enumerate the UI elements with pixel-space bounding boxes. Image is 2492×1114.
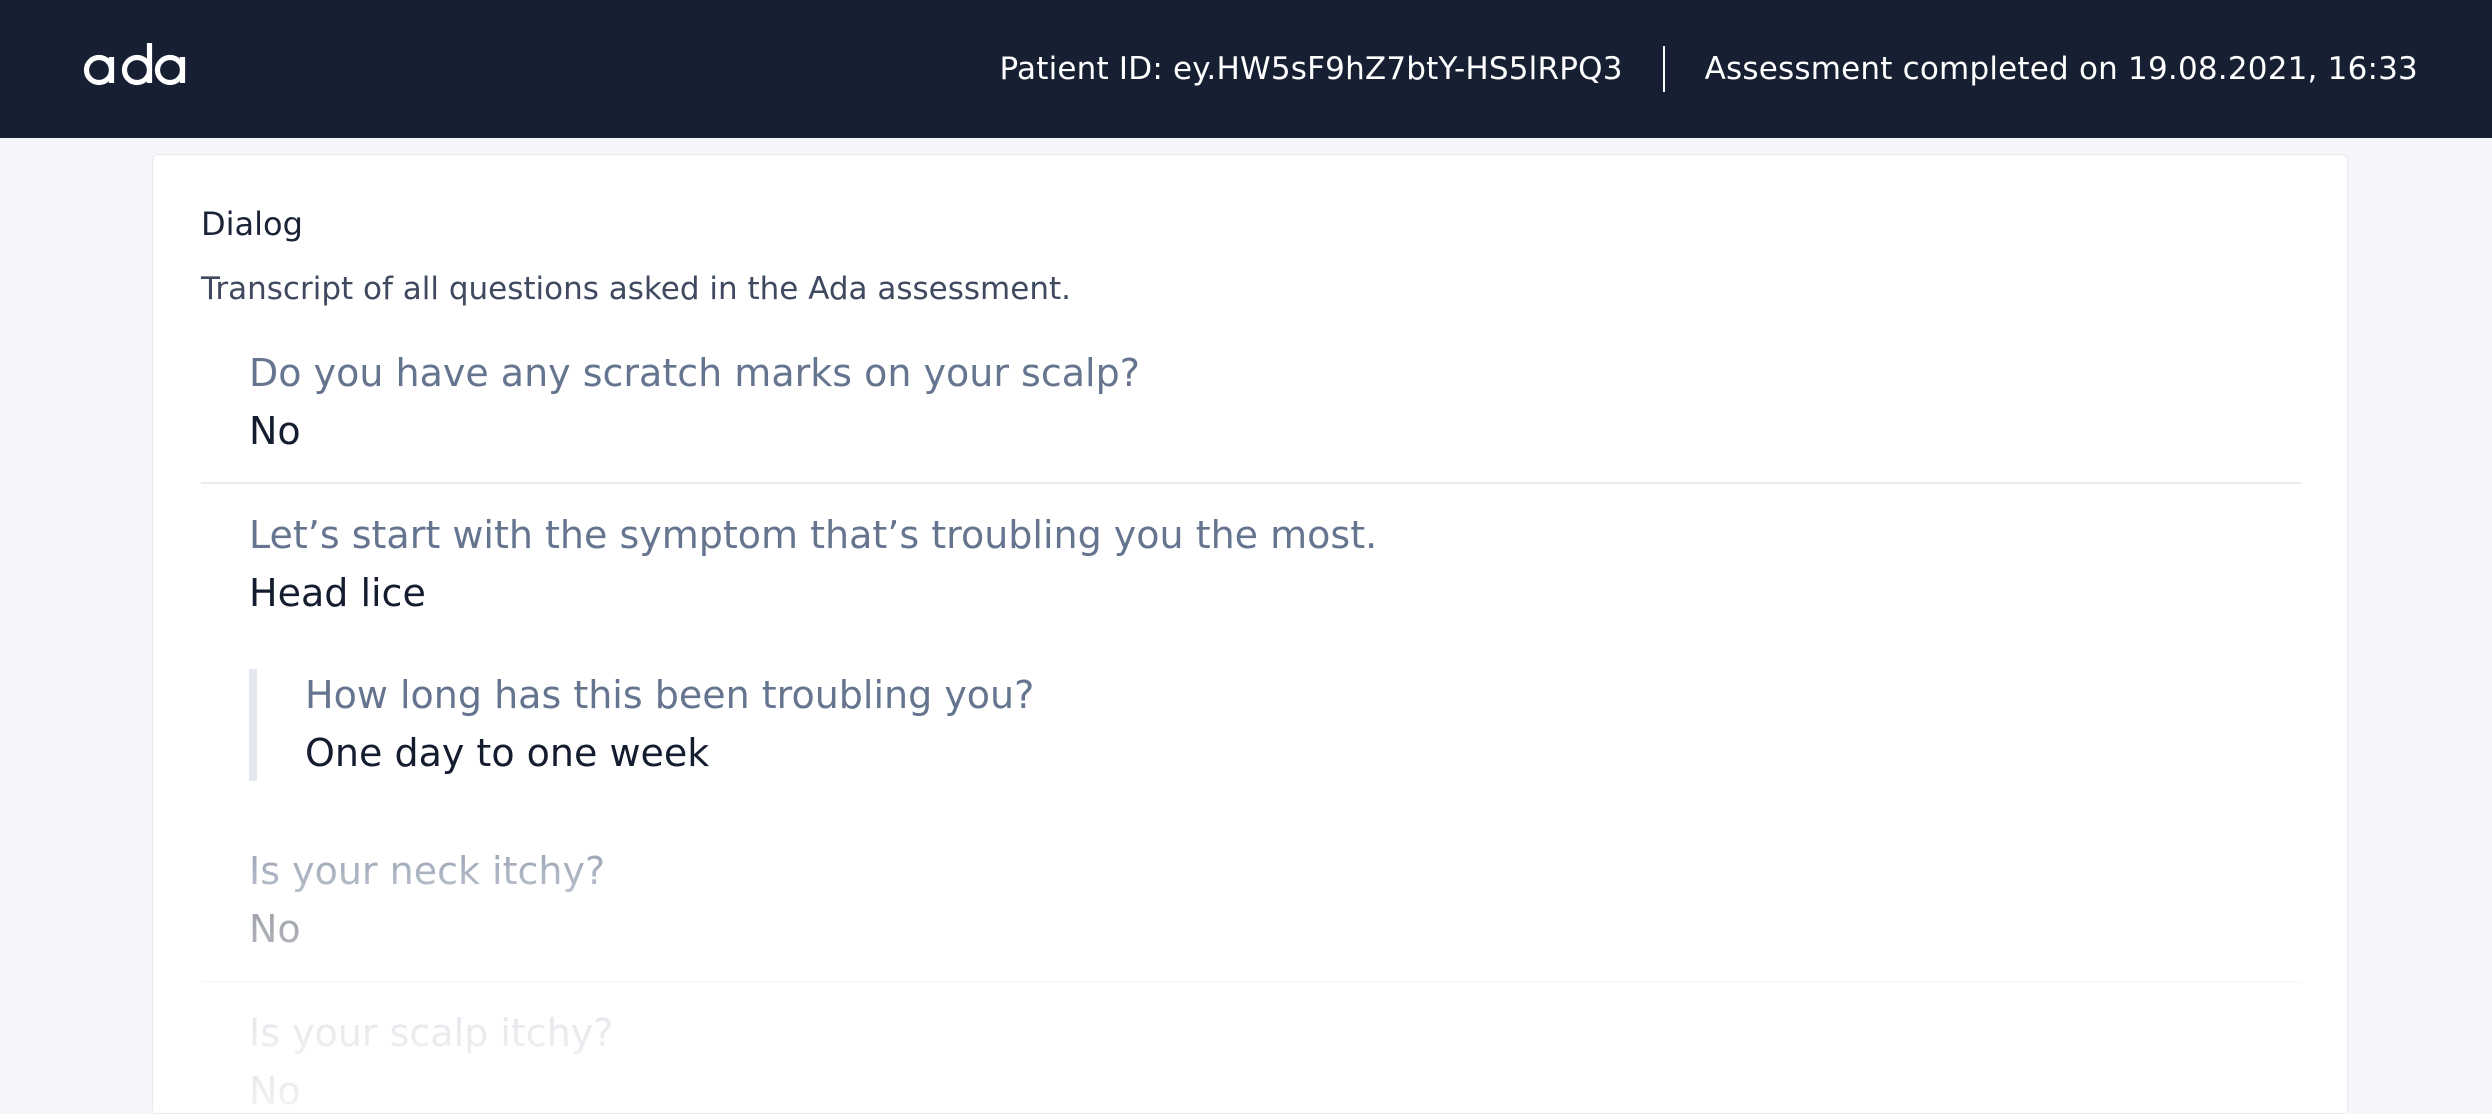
patient-id-label: Patient ID: ey.HW5sF9hZ7btY-HS5lRPQ3 bbox=[999, 51, 1623, 87]
dialog-item: Do you have any scratch marks on your sc… bbox=[249, 351, 1140, 453]
dialog-answer: Head lice bbox=[249, 571, 426, 615]
dialog-sub-answer: One day to one week bbox=[305, 731, 710, 775]
item-separator bbox=[201, 482, 2301, 484]
dialog-item: Let’s start with the symptom that’s trou… bbox=[249, 513, 1377, 615]
ada-logo bbox=[83, 43, 186, 86]
dialog-sub-item: How long has this been troubling you? On… bbox=[249, 669, 1034, 781]
dialog-answer: No bbox=[249, 907, 301, 951]
dialog-answer: No bbox=[249, 1069, 301, 1113]
dialog-card: Dialog Transcript of all questions asked… bbox=[152, 154, 2348, 1114]
header-meta: Patient ID: ey.HW5sF9hZ7btY-HS5lRPQ3 Ass… bbox=[1000, 0, 2418, 138]
top-header-bar: Patient ID: ey.HW5sF9hZ7btY-HS5lRPQ3 Ass… bbox=[0, 0, 2492, 138]
dialog-sub-question: How long has this been troubling you? bbox=[305, 673, 1035, 717]
dialog-question: Is your scalp itchy? bbox=[249, 1011, 614, 1055]
header-divider bbox=[1662, 46, 1665, 92]
assessment-completed-label: Assessment completed on 19.08.2021, 16:3… bbox=[1704, 51, 2418, 87]
dialog-question: Is your neck itchy? bbox=[249, 849, 606, 893]
item-separator bbox=[201, 981, 2301, 983]
section-title: Dialog bbox=[201, 205, 303, 243]
dialog-item: Is your scalp itchy? No bbox=[249, 1011, 613, 1113]
dialog-answer: No bbox=[249, 409, 301, 453]
section-description: Transcript of all questions asked in the… bbox=[201, 271, 1071, 307]
dialog-question: Do you have any scratch marks on your sc… bbox=[249, 351, 1140, 395]
dialog-question: Let’s start with the symptom that’s trou… bbox=[249, 513, 1378, 557]
dialog-item: Is your neck itchy? No bbox=[249, 849, 605, 951]
